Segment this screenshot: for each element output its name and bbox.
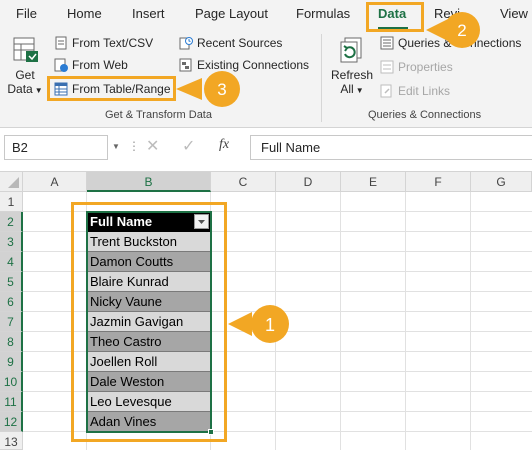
- from-table-range-highlight: [47, 76, 176, 101]
- row-header-7[interactable]: 7: [0, 312, 23, 332]
- row-header-13[interactable]: 13: [0, 432, 23, 450]
- column-header-g[interactable]: G: [471, 172, 532, 192]
- get-data-icon: [13, 37, 38, 62]
- edit-links-icon: [380, 84, 394, 98]
- chevron-down-icon: ▼: [34, 86, 43, 95]
- from-web-label: From Web: [72, 58, 128, 72]
- properties-icon: [380, 60, 394, 74]
- row-header-4[interactable]: 4: [0, 252, 23, 272]
- row-header-11[interactable]: 11: [0, 392, 23, 412]
- refresh-label-2: All: [340, 82, 354, 96]
- row-header-2[interactable]: 2: [0, 212, 23, 232]
- callout-2: 2: [426, 12, 480, 48]
- edit-links-label: Edit Links: [398, 84, 451, 98]
- callout-2-number: 2: [457, 21, 466, 40]
- data-tab-highlight: [366, 2, 424, 32]
- tab-page-layout[interactable]: Page Layout: [195, 6, 268, 21]
- select-all-corner[interactable]: [0, 172, 23, 192]
- formula-input[interactable]: Full Name: [250, 135, 532, 160]
- queries-icon: [380, 36, 394, 50]
- insert-function-icon[interactable]: fx: [219, 137, 229, 153]
- get-data-label-2: Data: [7, 82, 33, 96]
- from-text-csv-button[interactable]: From Text/CSV: [54, 33, 153, 53]
- column-header-c[interactable]: C: [211, 172, 276, 192]
- recent-sources-button[interactable]: Recent Sources: [179, 33, 282, 53]
- row-header-3[interactable]: 3: [0, 232, 23, 252]
- row-header-6[interactable]: 6: [0, 292, 23, 312]
- column-header-d[interactable]: D: [276, 172, 341, 192]
- column-header-b[interactable]: B: [87, 172, 211, 192]
- from-text-csv-label: From Text/CSV: [72, 36, 154, 50]
- globe-icon: [54, 58, 68, 72]
- cancel-icon[interactable]: ✕: [146, 136, 159, 156]
- tab-view[interactable]: View: [500, 6, 528, 21]
- queries-group-label: Queries & Connections: [368, 109, 482, 121]
- get-transform-group-label: Get & Transform Data: [105, 109, 212, 121]
- row-header-10[interactable]: 10: [0, 372, 23, 392]
- properties-button[interactable]: Properties: [380, 57, 453, 77]
- properties-label: Properties: [398, 60, 453, 74]
- column-header-f[interactable]: F: [406, 172, 471, 192]
- recent-sources-label: Recent Sources: [197, 36, 283, 50]
- get-data-button[interactable]: Get Data ▼: [6, 36, 44, 102]
- group-separator: [321, 34, 322, 122]
- formula-bar: B2 ▼ ⋮ ✕ ✓ fx Full Name: [0, 128, 532, 172]
- from-web-button[interactable]: From Web: [54, 55, 128, 75]
- recent-sources-icon: [179, 36, 193, 50]
- enter-check-icon[interactable]: ✓: [182, 136, 195, 156]
- callout-3: 3: [176, 71, 240, 107]
- name-box[interactable]: B2: [4, 135, 108, 160]
- chevron-down-icon: ▼: [355, 86, 364, 95]
- tab-file[interactable]: File: [16, 6, 37, 21]
- name-box-dropdown-icon[interactable]: ▼: [112, 142, 120, 151]
- tab-insert[interactable]: Insert: [132, 6, 165, 21]
- table-range-highlight: [71, 202, 227, 442]
- column-header-e[interactable]: E: [341, 172, 406, 192]
- row-header-5[interactable]: 5: [0, 272, 23, 292]
- text-file-icon: [54, 36, 68, 50]
- edit-links-button[interactable]: Edit Links: [380, 81, 450, 101]
- callout-3-number: 3: [217, 80, 226, 99]
- row-header-1[interactable]: 1: [0, 192, 23, 212]
- column-header-a[interactable]: A: [23, 172, 87, 192]
- refresh-all-button[interactable]: Refresh All ▼: [330, 36, 374, 102]
- tab-formulas[interactable]: Formulas: [296, 6, 350, 21]
- refresh-icon: [340, 37, 362, 63]
- row-header-12[interactable]: 12: [0, 412, 23, 432]
- tab-home[interactable]: Home: [67, 6, 102, 21]
- row-header-9[interactable]: 9: [0, 352, 23, 372]
- callout-1-number: 1: [265, 315, 275, 335]
- formula-bar-buttons: ✕ ✓ fx: [132, 136, 242, 158]
- refresh-label-1: Refresh: [330, 68, 374, 82]
- row-header-8[interactable]: 8: [0, 332, 23, 352]
- get-data-label-1: Get: [15, 68, 35, 82]
- callout-1: 1: [228, 305, 289, 343]
